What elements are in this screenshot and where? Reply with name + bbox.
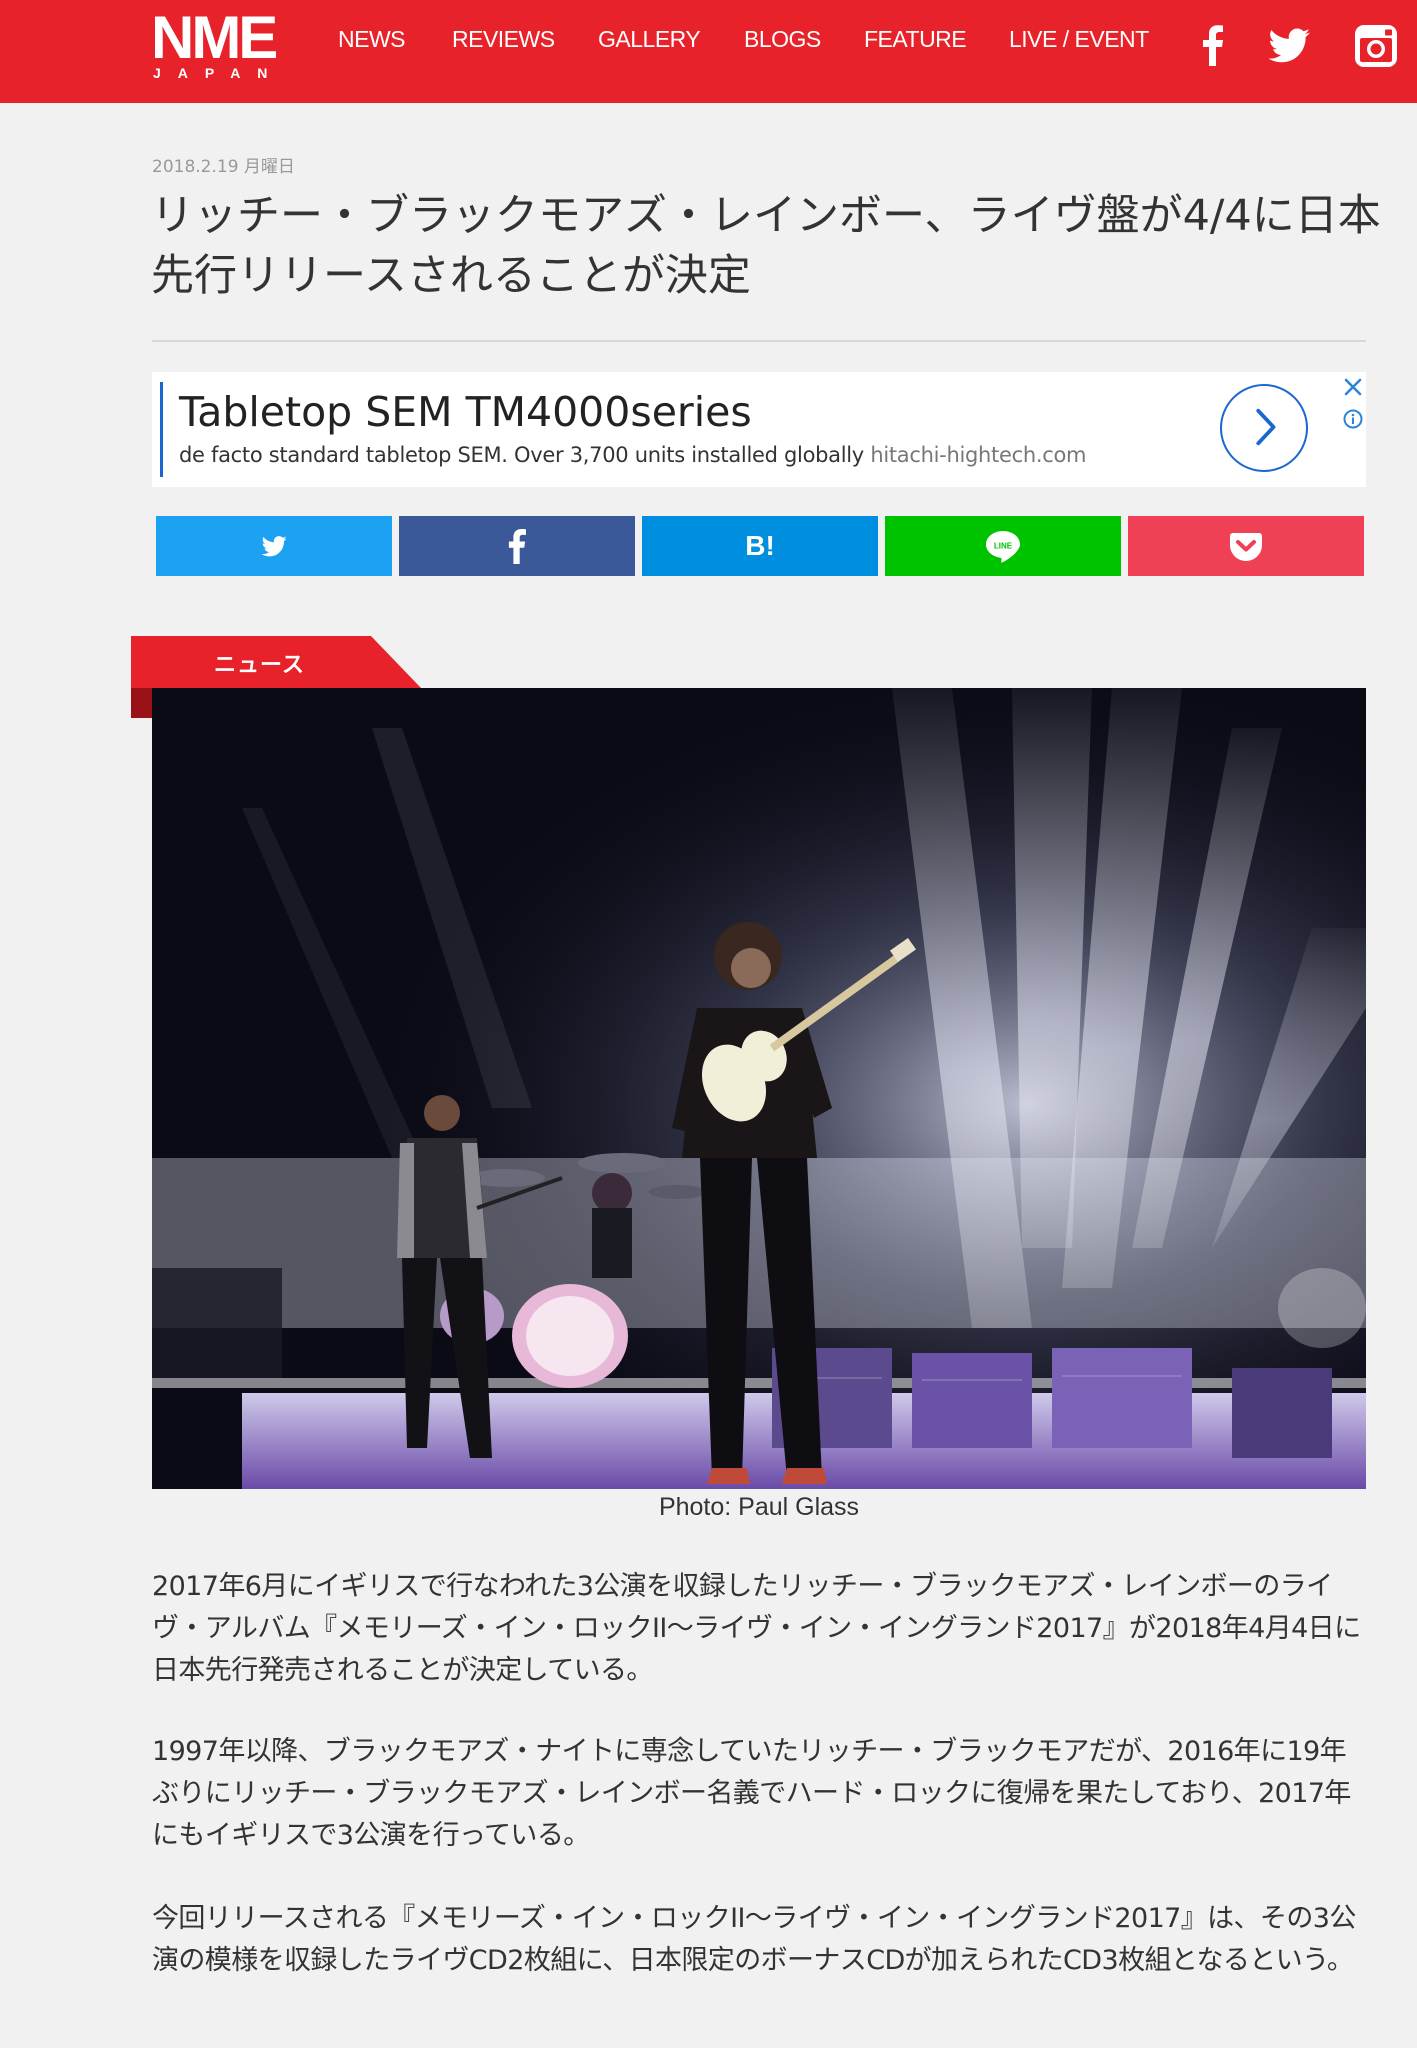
pocket-icon	[1230, 533, 1262, 561]
nav-item-live-event[interactable]: LIVE / EVENT	[1009, 26, 1149, 53]
nav-item-feature[interactable]: FEATURE	[864, 26, 967, 53]
share-line-button[interactable]: LINE	[885, 516, 1121, 576]
instagram-icon[interactable]	[1352, 22, 1400, 70]
nav-item-news[interactable]: NEWS	[338, 26, 406, 53]
hatena-bookmark-icon: B!	[745, 531, 775, 561]
article-title: リッチー・ブラックモアズ・レインボー、ライヴ盤が4/4に日本先行リリースされるこ…	[151, 191, 1381, 301]
ad-banner[interactable]: Tabletop SEM TM4000series de facto stand…	[152, 372, 1366, 487]
ad-info-icon[interactable]	[1342, 408, 1364, 430]
article-paragraph-2: 1997年以降、ブラックモアズ・ナイトに専念していたリッチー・ブラックモアだが、…	[152, 1736, 1351, 1851]
share-pocket-button[interactable]	[1128, 516, 1364, 576]
share-twitter-button[interactable]	[156, 516, 392, 576]
twitter-icon[interactable]	[1264, 20, 1314, 70]
nav-item-blogs[interactable]: BLOGS	[744, 26, 821, 53]
article-photo	[152, 688, 1366, 1489]
logo-main-text: NME	[151, 4, 278, 71]
logo-sub-text: JAPAN	[153, 65, 285, 81]
ad-close-icon[interactable]	[1342, 376, 1364, 398]
category-tag-label: ニュース	[214, 653, 305, 678]
facebook-icon[interactable]	[1188, 20, 1238, 70]
title-divider	[152, 340, 1366, 342]
article-date: 2018.2.19 月曜日	[152, 157, 295, 177]
nav-item-reviews[interactable]: REVIEWS	[452, 26, 555, 53]
line-icon: LINE	[986, 531, 1020, 563]
twitter-icon	[261, 536, 287, 557]
nav-item-gallery[interactable]: GALLERY	[598, 26, 701, 53]
ad-arrow-button[interactable]	[1220, 384, 1308, 472]
ad-domain[interactable]: hitachi-hightech.com	[870, 443, 1086, 467]
ad-accent-bar	[160, 382, 163, 477]
share-hatena-button[interactable]: B!	[642, 516, 878, 576]
share-facebook-button[interactable]	[399, 516, 635, 576]
concert-photo	[152, 688, 1366, 1489]
category-tag[interactable]: ニュース	[131, 636, 421, 718]
site-logo[interactable]: NME JAPAN	[151, 4, 291, 81]
article-paragraph-3: 今回リリースされる『メモリーズ・イン・ロックII〜ライヴ・イン・イングランド20…	[152, 1903, 1356, 1976]
site-header: NME JAPAN NEWS REVIEWS GALLERY BLOGS FEA…	[0, 0, 1417, 103]
svg-text:LINE: LINE	[994, 542, 1013, 551]
svg-text:B!: B!	[745, 531, 775, 561]
photo-caption: Photo: Paul Glass	[658, 1493, 860, 1521]
ad-description-text: de facto standard tabletop SEM. Over 3,7…	[179, 443, 864, 467]
ad-description: de facto standard tabletop SEM. Over 3,7…	[179, 443, 1086, 467]
article-paragraph-1: 2017年6月にイギリスで行なわれた3公演を収録したリッチー・ブラックモアズ・レ…	[152, 1571, 1361, 1686]
chevron-right-icon	[1256, 408, 1276, 446]
ad-headline[interactable]: Tabletop SEM TM4000series	[179, 388, 752, 436]
facebook-icon	[508, 528, 526, 564]
